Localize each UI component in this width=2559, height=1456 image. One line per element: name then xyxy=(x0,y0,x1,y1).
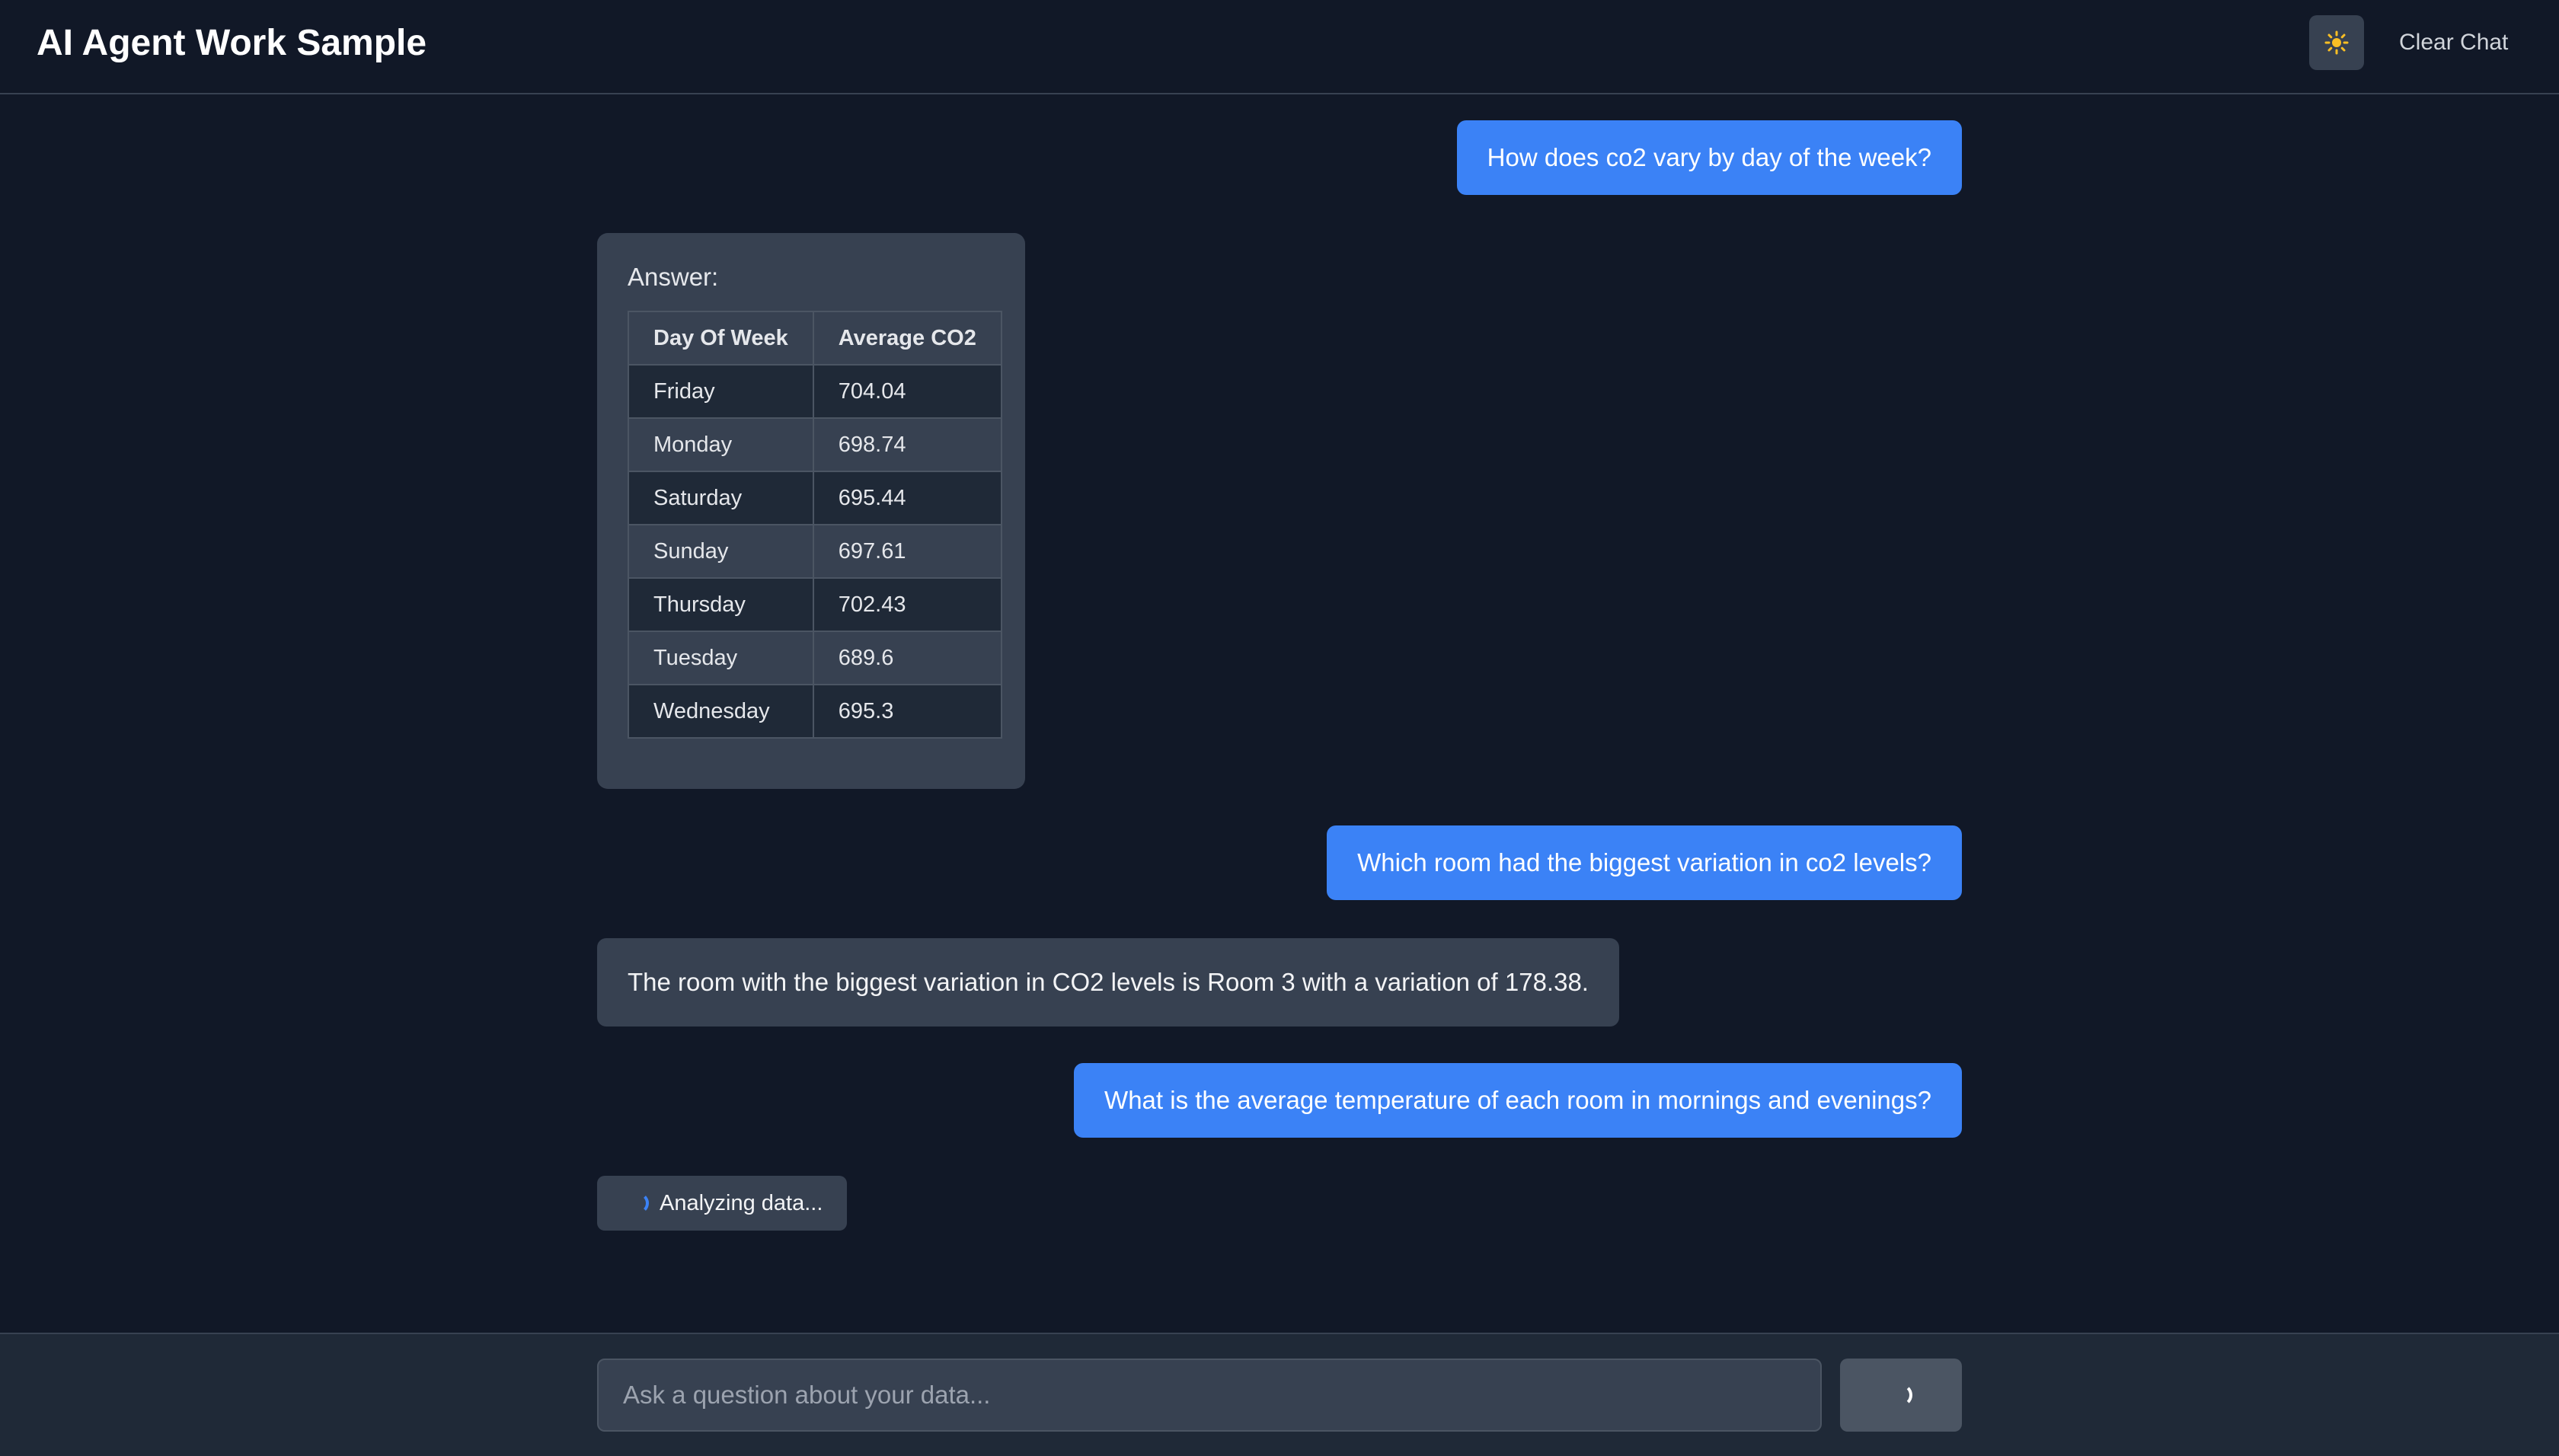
co2-cell: 697.61 xyxy=(812,524,1002,579)
co2-cell: 695.3 xyxy=(812,684,1002,739)
app-header: AI Agent Work Sample Clear Chat xyxy=(0,0,2559,94)
question-input[interactable] xyxy=(597,1359,1822,1432)
sun-icon xyxy=(2324,30,2349,55)
table-row: Thursday 702.43 xyxy=(628,577,1002,632)
app-title: AI Agent Work Sample xyxy=(37,23,427,63)
column-header-co2: Average CO2 xyxy=(812,311,1002,366)
table-row: Saturday 695.44 xyxy=(628,471,1002,525)
table-row: Wednesday 695.3 xyxy=(628,684,1002,739)
day-cell: Saturday xyxy=(628,471,814,525)
answer-card: Answer: Day Of Week Average CO2 Friday 7… xyxy=(597,233,1025,789)
table-header-row: Day Of Week Average CO2 xyxy=(628,311,1002,366)
column-header-day: Day Of Week xyxy=(628,311,814,366)
loading-indicator: Analyzing data... xyxy=(597,1176,848,1231)
answer-label: Answer: xyxy=(628,263,719,291)
co2-cell: 698.74 xyxy=(812,417,1002,472)
send-button[interactable] xyxy=(1840,1359,1962,1432)
day-cell: Wednesday xyxy=(628,684,814,739)
theme-toggle-button[interactable] xyxy=(2309,15,2364,70)
table-row: Tuesday 689.6 xyxy=(628,631,1002,685)
co2-cell: 689.6 xyxy=(812,631,1002,685)
co2-cell: 702.43 xyxy=(812,577,1002,632)
chat-footer xyxy=(0,1333,2559,1456)
assistant-message: The room with the biggest variation in C… xyxy=(597,938,1619,1027)
loading-text: Analyzing data... xyxy=(660,1190,823,1215)
chat-thread: How does co2 vary by day of the week? An… xyxy=(597,94,1962,1333)
co2-cell: 695.44 xyxy=(812,471,1002,525)
user-message: Which room had the biggest variation in … xyxy=(1327,825,1962,900)
clear-chat-button[interactable]: Clear Chat xyxy=(2384,15,2523,70)
day-cell: Tuesday xyxy=(628,631,814,685)
user-message: How does co2 vary by day of the week? xyxy=(1456,120,1962,195)
day-cell: Thursday xyxy=(628,577,814,632)
table-row: Friday 704.04 xyxy=(628,364,1002,419)
table-row: Sunday 697.61 xyxy=(628,524,1002,579)
day-cell: Friday xyxy=(628,364,814,419)
spinner-icon xyxy=(628,1193,649,1214)
spinner-icon xyxy=(1890,1384,1912,1407)
co2-cell: 704.04 xyxy=(812,364,1002,419)
table-row: Monday 698.74 xyxy=(628,417,1002,472)
day-cell: Sunday xyxy=(628,524,814,579)
user-message: What is the average temperature of each … xyxy=(1074,1063,1962,1138)
co2-by-day-table: Day Of Week Average CO2 Friday 704.04 Mo… xyxy=(628,311,1002,739)
day-cell: Monday xyxy=(628,417,814,472)
